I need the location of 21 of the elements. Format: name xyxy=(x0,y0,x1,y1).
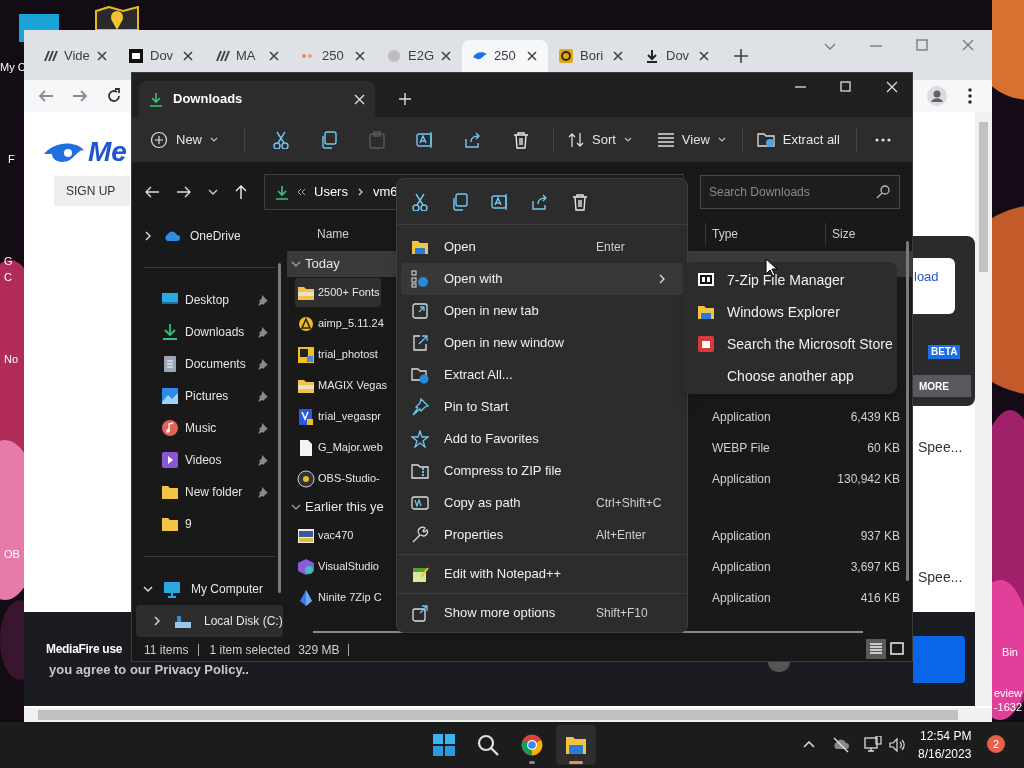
type-cell: Application xyxy=(712,471,771,486)
type-cell: Application xyxy=(712,528,771,543)
speed-text: Spee... xyxy=(918,568,963,587)
size-cell: 937 KB xyxy=(860,528,900,543)
speed-text: Spee... xyxy=(918,438,963,457)
size-cell: 3,697 KB xyxy=(850,559,900,574)
type-cell: Application xyxy=(712,590,771,605)
type-cell: WEBP File xyxy=(712,440,770,455)
size-cell: 60 KB xyxy=(867,440,900,455)
beta-badge: BETA xyxy=(928,345,961,359)
size-cell: 130,942 KB xyxy=(837,471,900,486)
size-cell: 6,439 KB xyxy=(850,409,900,424)
size-cell: 416 KB xyxy=(860,590,900,605)
type-cell: Application xyxy=(712,559,771,574)
type-cell: Application xyxy=(712,409,771,424)
status-text: 329 MB xyxy=(298,642,340,659)
status-text: 11 items xyxy=(144,642,189,659)
cookie-text: MediaFire use xyxy=(46,641,123,658)
status-text: 1 item selected xyxy=(209,642,291,659)
cookie-text: you agree to our Privacy Policy.. xyxy=(49,661,249,679)
logo-text: Me xyxy=(88,136,127,168)
